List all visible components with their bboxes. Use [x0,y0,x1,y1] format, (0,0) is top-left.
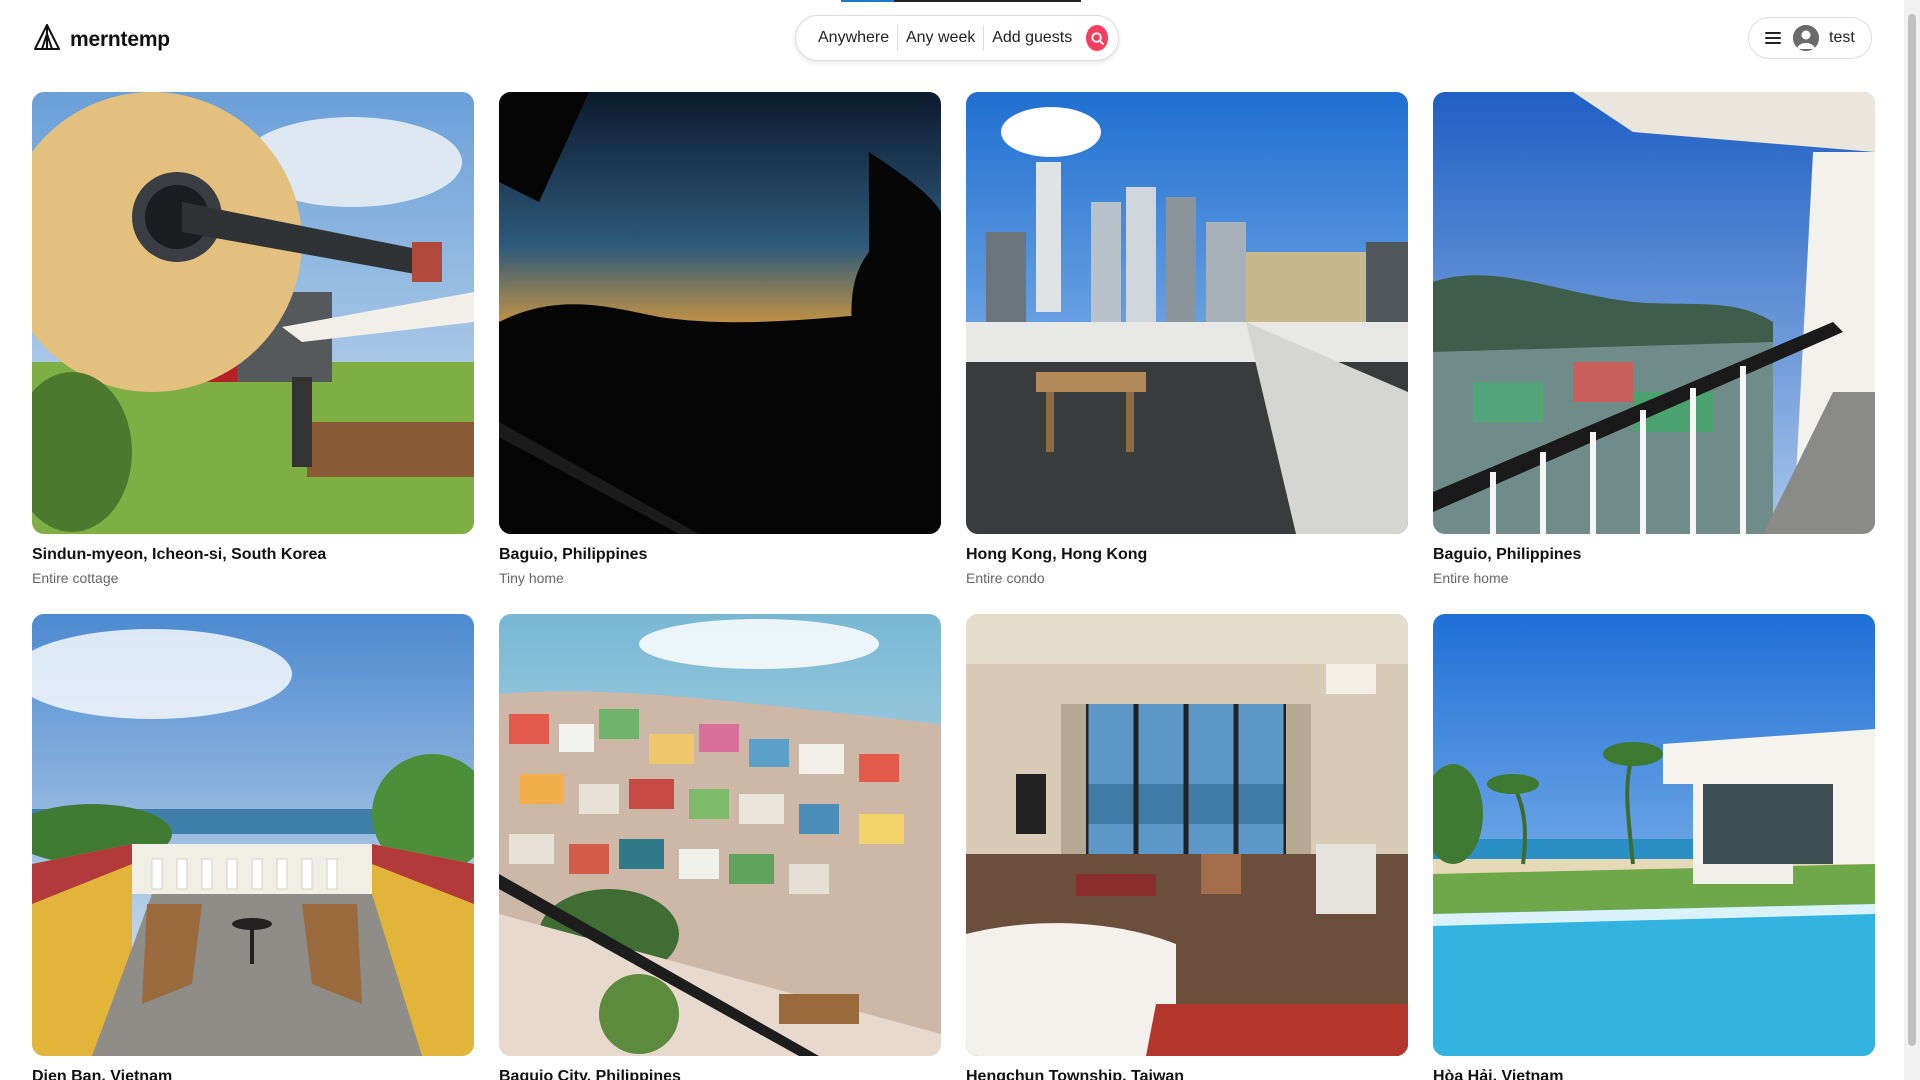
listing-photo[interactable] [1433,92,1875,534]
listing-photo[interactable] [32,92,474,534]
listing-card[interactable]: Sindun-myeon, Icheon-si, South Korea Ent… [32,92,474,586]
user-menu-button[interactable]: test [1748,17,1872,59]
listing-card[interactable]: Baguio, Philippines Tiny home [499,92,941,586]
search-location[interactable]: Anywhere [810,29,897,47]
hamburger-icon [1763,28,1783,48]
listing-location: Baguio, Philippines [499,546,648,563]
listing-location: Baguio City, Philippines [499,1068,681,1080]
listings-grid: Sindun-myeon, Icheon-si, South Korea Ent… [32,92,1875,1080]
listing-card[interactable]: Baguio, Philippines Entire home [1433,92,1875,586]
user-avatar-icon [1793,25,1819,51]
listing-location: Hong Kong, Hong Kong [966,546,1148,563]
search-button[interactable] [1086,25,1108,51]
listing-location: Hengchun Township, Taiwan [966,1068,1185,1080]
listing-type: Entire home [1433,570,1509,586]
listing-card[interactable]: Baguio City, Philippines [499,614,941,1080]
listing-location: Sindun-myeon, Icheon-si, South Korea [32,546,327,563]
vertical-scrollbar[interactable] [1904,0,1920,1080]
a-frame-tent-icon [32,22,62,57]
listing-location: Dien Ban, Vietnam [32,1068,173,1080]
listing-type: Entire cottage [32,570,119,586]
scrollbar-thumb[interactable] [1908,14,1916,1046]
listing-location: Baguio, Philippines [1433,546,1582,563]
brand-name: merntemp [70,27,170,51]
listing-location: Hòa Hải, Vietnam [1433,1068,1564,1080]
listing-card[interactable]: Hengchun Township, Taiwan [966,614,1408,1080]
search-bar[interactable]: Anywhere Any week Add guests [795,15,1119,61]
listing-type: Tiny home [499,570,564,586]
listing-photo[interactable] [966,92,1408,534]
search-dates[interactable]: Any week [898,29,983,47]
listing-photo[interactable] [499,92,941,534]
brand-logo[interactable]: merntemp [32,22,170,57]
username: test [1829,29,1855,46]
listing-card[interactable]: Dien Ban, Vietnam [32,614,474,1080]
listing-photo[interactable] [966,614,1408,1056]
listing-photo[interactable] [32,614,474,1056]
top-header: merntemp Anywhere Any week Add guests te… [0,0,1900,80]
listing-photo[interactable] [499,614,941,1056]
listing-photo[interactable] [1433,614,1875,1056]
listing-type: Entire condo [966,570,1045,586]
listing-card[interactable]: Hòa Hải, Vietnam [1433,614,1875,1080]
search-guests[interactable]: Add guests [984,29,1080,47]
search-icon [1091,31,1104,45]
listing-card[interactable]: Hong Kong, Hong Kong Entire condo [966,92,1408,586]
